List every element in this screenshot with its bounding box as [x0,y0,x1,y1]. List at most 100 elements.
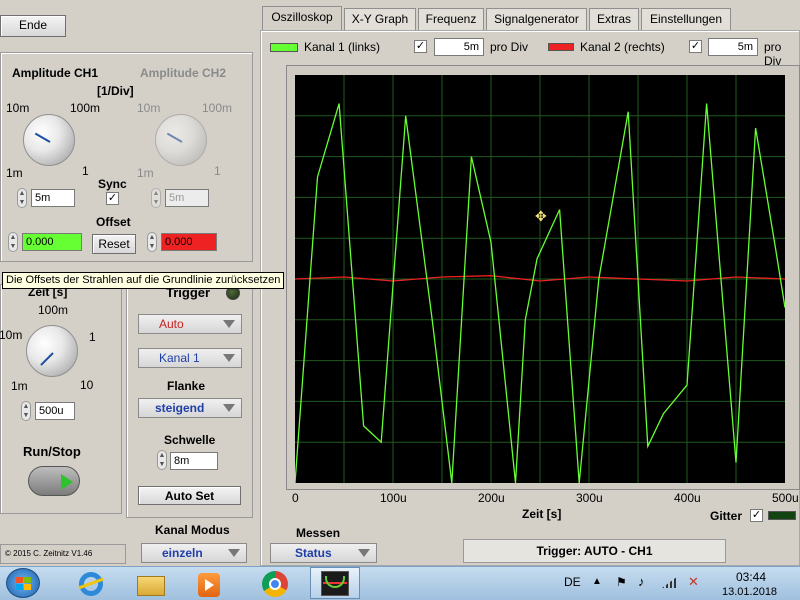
chevron-down-icon [358,549,370,557]
ch1-knob-label-1m: 1m [6,166,23,180]
x-tick-label: 100u [380,491,407,505]
x-axis-label: Zeit [s] [522,507,562,521]
internet-explorer-icon[interactable] [74,570,108,598]
copyright-text: © 2015 C. Zeitnitz V1.46 [5,549,93,558]
taskbar [0,566,800,600]
ch1-offset-spinner[interactable]: ▲ ▼ [8,232,18,252]
action-center-icon[interactable]: ⚑ [616,575,627,589]
amplitude-ch2-title: Amplitude CH2 [140,66,227,80]
ch1-visible-checkbox[interactable]: ✓ [414,40,427,53]
amplitude-ch1-knob[interactable] [23,114,75,166]
tab-einstellungen[interactable]: Einstellungen [641,8,731,30]
zeit-spinner[interactable]: ▲ ▼ [21,401,31,421]
ch2-offset-spinner[interactable]: ▲ ▼ [147,232,157,252]
show-hidden-icons[interactable]: ▲ [592,576,602,587]
trigger-mode-select[interactable]: Auto [138,314,242,334]
ch1-knob-label-100m: 100m [70,101,101,115]
gitter-checkbox[interactable]: ✓ [750,509,763,522]
oscilloscope-plot[interactable]: ✥ [295,75,785,483]
start-button[interactable] [6,568,40,598]
schwelle-label: Schwelle [164,433,216,447]
kanal-modus-select[interactable]: einzeln [141,543,247,563]
amplitude-unit: [1/Div] [97,84,134,98]
tab-frequenz[interactable]: Frequenz [418,8,484,30]
file-explorer-icon[interactable] [134,570,168,598]
oscilloscope-app-icon[interactable] [310,567,360,599]
clock-date[interactable]: 13.01.2018 [722,586,777,598]
ch1-knob-label-10m: 10m [6,101,30,115]
ch2-legend-label: Kanal 2 (rechts) [580,40,665,54]
ch1-div-input[interactable]: 5m [434,38,484,56]
ch2-amplitude-input: 5m [165,189,209,207]
messen-label: Messen [296,526,341,540]
reset-offset-button[interactable]: Reset [92,234,136,254]
ch1-amplitude-spinner[interactable]: ▲ ▼ [17,188,27,208]
x-tick-label: 300u [576,491,603,505]
ch2-visible-checkbox[interactable]: ✓ [689,40,702,53]
x-tick-label: 0 [292,491,299,505]
schwelle-spinner[interactable]: ▲ ▼ [157,450,167,470]
sync-label: Sync [98,177,127,191]
media-player-icon[interactable] [192,570,226,598]
flanke-select[interactable]: steigend [138,398,242,418]
ch2-div-input[interactable]: 5m [708,38,758,56]
tab-oszilloskop[interactable]: Oszilloskop [262,6,342,30]
zeit-knob-label-100m: 100m [38,303,69,317]
zeit-knob[interactable] [26,325,78,377]
end-button[interactable]: Ende [0,15,66,37]
ch2-knob-label-10m: 10m [137,101,161,115]
ch2-knob-label-1m: 1m [137,166,154,180]
auto-set-button[interactable]: Auto Set [138,486,241,505]
ch1-color-swatch [270,43,298,52]
network-disconnected-icon[interactable]: ✕ [688,574,699,590]
ch1-pro-div-label: pro Div [490,40,529,54]
windows-logo-icon [16,577,31,590]
chevron-down-icon [223,320,235,328]
copyright-box: © 2015 C. Zeitnitz V1.46 [0,544,126,564]
messen-select[interactable]: Status [270,543,377,563]
amplitude-ch2-knob [155,114,207,166]
gitter-label: Gitter [710,509,743,523]
offset-label: Offset [96,215,131,229]
x-tick-label: 400u [674,491,701,505]
ch1-offset-input[interactable]: 0.000 [22,233,82,251]
ch1-amplitude-input[interactable]: 5m [31,189,75,207]
trigger-status-text: Trigger: AUTO - CH1 [536,544,653,558]
flanke-value: steigend [155,401,205,415]
trigger-channel-value: Kanal 1 [159,351,200,365]
ch2-offset-input[interactable]: 0.000 [161,233,217,251]
kanal-modus-value: einzeln [162,546,203,560]
run-stop-button[interactable] [28,466,80,496]
tooltip: Die Offsets der Strahlen auf die Grundli… [2,272,285,289]
ch2-color-swatch [548,43,574,51]
volume-icon[interactable]: ♪ [638,574,645,589]
zeit-knob-label-1: 1 [89,330,96,344]
ch2-amplitude-spinner: ▲ ▼ [151,188,161,208]
zeit-input[interactable]: 500u [35,402,75,420]
x-tick-label: 200u [478,491,505,505]
language-indicator[interactable]: DE [564,575,581,589]
chevron-down-icon [223,354,235,362]
tab-extras[interactable]: Extras [589,8,639,30]
clock-time[interactable]: 03:44 [736,570,766,584]
chevron-down-icon [228,549,240,557]
tab-xy-graph[interactable]: X-Y Graph [344,8,416,30]
messen-value: Status [295,546,332,560]
cursor-crosshair-icon: ✥ [535,208,547,224]
ch2-knob-label-1: 1 [214,164,221,178]
kanal-modus-label: Kanal Modus [155,523,230,537]
sync-checkbox[interactable]: ✓ [106,192,119,205]
schwelle-input[interactable]: 8m [170,452,218,470]
chrome-icon[interactable] [258,570,292,598]
amplitude-ch1-title: Amplitude CH1 [12,66,99,80]
trigger-channel-select[interactable]: Kanal 1 [138,348,242,368]
tab-signalgenerator[interactable]: Signalgenerator [486,8,587,30]
zeit-knob-label-10m: 10m [0,328,23,342]
run-stop-label: Run/Stop [23,444,81,459]
trigger-status-box: Trigger: AUTO - CH1 [463,539,726,563]
zeit-knob-label-10: 10 [80,378,94,392]
tooltip-text: Die Offsets der Strahlen auf die Grundli… [6,274,281,286]
ch1-knob-label-1: 1 [82,164,89,178]
ch2-pro-div-label: pro Div [764,40,782,68]
x-tick-label: 500u [772,491,799,505]
